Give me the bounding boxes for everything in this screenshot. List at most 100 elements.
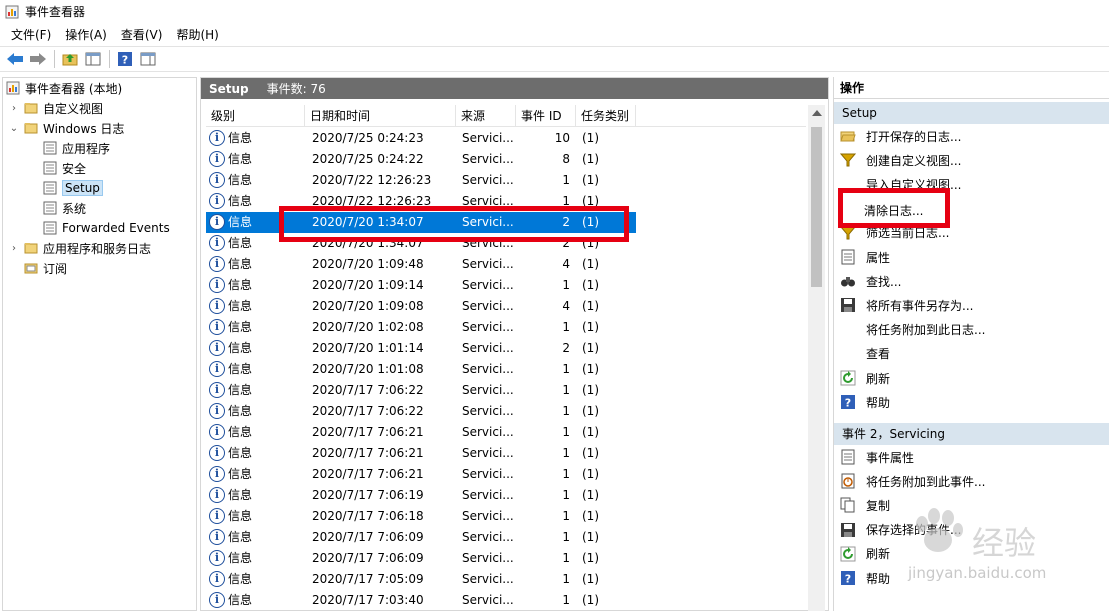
forward-icon [30,53,46,65]
table-row[interactable]: i 信息 2020/7/25 0:24:23 Servici... (1) 10 [206,128,636,149]
console-tree-icon [85,52,101,66]
section-event[interactable]: 事件 2，Servicing [834,423,1109,445]
info-icon: i [209,214,225,230]
action-item[interactable]: ? 帮助 [834,567,1109,589]
tree-item-custom-views[interactable]: › 自定义视图 [8,98,103,118]
action-item[interactable]: 打开保存的日志... [834,125,1109,147]
info-icon: i [209,361,225,377]
info-icon: i [209,277,225,293]
cell-datetime: 2020/7/20 1:09:08 [312,299,424,313]
action-item[interactable]: 刷新 [834,367,1109,389]
column-level[interactable]: 级别 [206,105,305,127]
scrollbar-thumb[interactable] [811,127,822,287]
tree-item-application[interactable]: 应用程序 [43,138,110,158]
info-icon: i [209,172,225,188]
back-button[interactable] [4,48,26,70]
menu-view[interactable]: 查看(V) [114,24,170,45]
info-icon: i [209,508,225,524]
tree-label: Windows 日志 [43,121,125,136]
tree-item-system[interactable]: 系统 [43,198,86,218]
cell-task-category: (1) [582,131,599,145]
action-item[interactable]: 查找... [834,270,1109,292]
table-row[interactable]: i 信息 2020/7/17 7:06:21 Servici... (1) 1 [206,443,636,464]
action-label: 打开保存的日志... [866,129,962,144]
action-item[interactable]: 查看 [834,343,1109,365]
cell-source: Servici... [462,257,514,271]
section-setup[interactable]: Setup [834,102,1109,124]
cell-datetime: 2020/7/20 1:09:48 [312,257,424,271]
forward-button[interactable] [27,48,49,70]
action-item[interactable]: 复制 [834,494,1109,516]
action-item[interactable]: 事件属性 [834,446,1109,468]
info-icon: i [209,592,225,608]
table-row[interactable]: i 信息 2020/7/20 1:09:14 Servici... (1) 1 [206,275,636,296]
scroll-up-icon[interactable] [812,110,822,116]
tree-item-event-viewer[interactable]: 事件查看器 (本地) [6,78,122,98]
binoculars-icon [840,273,856,289]
action-label: 复制 [866,498,891,513]
refresh-icon [840,370,856,386]
column-task-category[interactable]: 任务类别 [576,105,636,127]
cell-source: Servici... [462,488,514,502]
tree-item-setup[interactable]: Setup [43,178,103,198]
show-action-pane-button[interactable] [137,48,159,70]
tree-item-app-service-logs[interactable]: › 应用程序和服务日志 [8,238,151,258]
action-item[interactable]: 将任务附加到此日志... [834,319,1109,341]
action-item[interactable]: 将任务附加到此事件... [834,470,1109,492]
table-row[interactable]: i 信息 2020/7/17 7:03:40 Servici... (1) 1 [206,590,636,611]
collapse-icon[interactable]: ⌄ [8,122,20,134]
table-row[interactable]: i 信息 2020/7/17 7:06:09 Servici... (1) 1 [206,548,636,569]
cell-level: 信息 [228,593,253,607]
expand-icon[interactable]: › [8,102,20,114]
column-source[interactable]: 来源 [456,105,516,127]
task-icon [840,473,856,489]
table-row[interactable]: i 信息 2020/7/17 7:06:09 Servici... (1) 1 [206,527,636,548]
table-row[interactable]: i 信息 2020/7/20 1:01:08 Servici... (1) 1 [206,359,636,380]
help-button[interactable]: ? [114,48,136,70]
clear-log-label[interactable]: 清除日志... [864,202,923,219]
table-row[interactable]: i 信息 2020/7/25 0:24:22 Servici... (1) 8 [206,149,636,170]
table-row[interactable]: i 信息 2020/7/17 7:06:18 Servici... (1) 1 [206,506,636,527]
table-row[interactable]: i 信息 2020/7/17 7:06:21 Servici... (1) 1 [206,464,636,485]
show-tree-button[interactable] [82,48,104,70]
column-event-id[interactable]: 事件 ID [516,105,576,127]
column-datetime[interactable]: 日期和时间 [305,105,456,127]
menu-help[interactable]: 帮助(H) [169,24,225,45]
tree-item-forwarded-events[interactable]: Forwarded Events [43,218,170,238]
action-item[interactable]: 属性 [834,246,1109,268]
tree-item-security[interactable]: 安全 [43,158,86,178]
cell-datetime: 2020/7/17 7:06:21 [312,446,424,460]
table-row[interactable]: i 信息 2020/7/20 1:09:48 Servici... (1) 4 [206,254,636,275]
vertical-scrollbar[interactable] [808,105,825,611]
tree-item-windows-logs[interactable]: ⌄ Windows 日志 [8,118,125,138]
menu-file[interactable]: 文件(F) [4,24,58,45]
expand-icon[interactable]: › [8,242,20,254]
table-row[interactable]: i 信息 2020/7/17 7:06:19 Servici... (1) 1 [206,485,636,506]
tree-item-subscriptions[interactable]: 订阅 [24,258,67,278]
tree-label: 应用程序 [62,141,111,156]
cell-task-category: (1) [582,509,599,523]
tree-label: Forwarded Events [62,221,170,235]
table-row[interactable]: i 信息 2020/7/17 7:06:22 Servici... (1) 1 [206,401,636,422]
action-item[interactable]: 将所有事件另存为... [834,294,1109,316]
log-icon [43,181,57,195]
menu-action[interactable]: 操作(A) [58,24,114,45]
table-row[interactable]: i 信息 2020/7/17 7:06:22 Servici... (1) 1 [206,380,636,401]
cell-datetime: 2020/7/22 12:26:23 [312,173,432,187]
table-row[interactable]: i 信息 2020/7/22 12:26:23 Servici... (1) 1 [206,170,636,191]
action-label: 将任务附加到此事件... [866,474,986,489]
properties-icon [840,249,856,265]
cell-datetime: 2020/7/25 0:24:23 [312,131,424,145]
table-row[interactable]: i 信息 2020/7/17 7:06:21 Servici... (1) 1 [206,422,636,443]
up-level-button[interactable] [59,48,81,70]
action-item[interactable]: ? 帮助 [834,391,1109,413]
table-row[interactable]: i 信息 2020/7/20 1:02:08 Servici... (1) 1 [206,317,636,338]
action-item[interactable]: 创建自定义视图... [834,149,1109,171]
info-icon: i [209,424,225,440]
table-row[interactable]: i 信息 2020/7/20 1:01:14 Servici... (1) 2 [206,338,636,359]
action-item[interactable]: 保存选择的事件... [834,519,1109,541]
cell-level: 信息 [228,320,253,334]
table-row[interactable]: i 信息 2020/7/17 7:05:09 Servici... (1) 1 [206,569,636,590]
action-item[interactable]: 刷新 [834,543,1109,565]
table-row[interactable]: i 信息 2020/7/20 1:09:08 Servici... (1) 4 [206,296,636,317]
